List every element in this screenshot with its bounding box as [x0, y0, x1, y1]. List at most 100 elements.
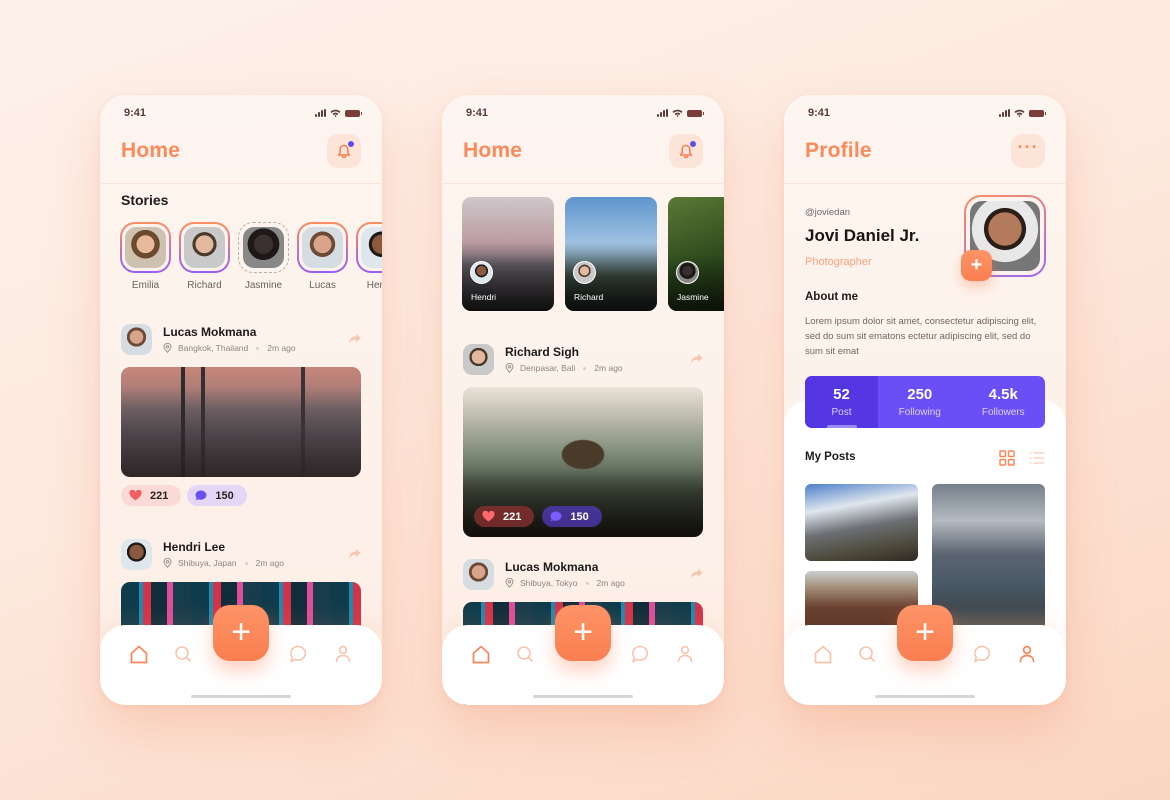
notifications-button[interactable] [669, 134, 703, 168]
nav-search[interactable] [856, 643, 878, 665]
story-card[interactable]: Richard [565, 197, 657, 311]
page-title: Home [463, 139, 523, 162]
post-image[interactable]: 221 150 [463, 387, 703, 537]
story-card-avatar [470, 261, 493, 284]
stat-followers[interactable]: 4.5k Followers [962, 376, 1046, 428]
story-item[interactable]: Emilia [120, 222, 171, 291]
post-author[interactable]: Hendri Lee [163, 540, 348, 554]
story-item[interactable]: Lucas [297, 222, 348, 291]
add-post-button[interactable]: + [897, 605, 953, 661]
wifi-icon [1014, 109, 1025, 117]
profile-icon [1019, 645, 1035, 663]
profile-stats: 52 Post 250 Following 4.5k Followers [805, 376, 1045, 428]
stat-label: Following [898, 407, 941, 418]
story-item[interactable]: Richard [179, 222, 230, 291]
page-title: Home [121, 139, 181, 162]
share-icon[interactable] [348, 333, 361, 345]
signal-icon [657, 109, 668, 117]
nav-search[interactable] [514, 643, 536, 665]
stat-value: 52 [833, 386, 850, 403]
add-post-button[interactable]: + [555, 605, 611, 661]
notification-badge [690, 141, 696, 147]
stat-following[interactable]: 250 Following [878, 376, 962, 428]
my-post-thumbnail[interactable] [932, 484, 1045, 630]
story-cards-list: Hendri Richard Jasmine [462, 197, 724, 311]
view-toggle [999, 450, 1045, 466]
header-divider [100, 183, 382, 184]
add-photo-button[interactable]: + [961, 250, 992, 281]
story-name: Lucas [309, 280, 336, 291]
profile-name: Jovi Daniel Jr. [805, 226, 920, 245]
comment-button[interactable]: 150 [542, 506, 602, 527]
nav-messages[interactable] [971, 643, 993, 665]
post-author[interactable]: Lucas Mokmana [163, 325, 348, 339]
share-icon[interactable] [690, 353, 703, 365]
nav-profile[interactable] [1016, 643, 1038, 665]
like-button[interactable]: 221 [474, 506, 535, 527]
nav-home[interactable] [812, 643, 834, 665]
story-card[interactable]: Jasmine [668, 197, 724, 311]
plus-icon: + [231, 612, 251, 651]
post-location: Shibuya, Japan [178, 558, 237, 568]
signal-icon [315, 109, 326, 117]
nav-messages[interactable] [629, 643, 651, 665]
story-item[interactable]: Jasmine [238, 222, 289, 291]
location-pin-icon [505, 363, 514, 373]
story-card-avatar [676, 261, 699, 284]
battery-icon [1029, 109, 1046, 117]
story-avatar [302, 227, 343, 268]
story-card-avatar [573, 261, 596, 284]
story-item[interactable]: Hendri [356, 222, 382, 291]
list-view-icon[interactable] [1029, 450, 1045, 466]
notifications-button[interactable] [327, 134, 361, 168]
location-pin-icon [505, 578, 514, 588]
story-card[interactable]: Hendri [462, 197, 554, 311]
stat-label: Post [831, 407, 852, 418]
share-icon[interactable] [690, 568, 703, 580]
chat-icon [973, 645, 990, 663]
nav-home[interactable] [470, 643, 492, 665]
post-author-avatar[interactable] [121, 538, 152, 570]
nav-messages[interactable] [287, 643, 309, 665]
stat-value: 4.5k [988, 386, 1018, 403]
stat-label: Followers [981, 407, 1025, 418]
nav-search[interactable] [172, 643, 194, 665]
like-button[interactable]: 221 [121, 485, 182, 506]
comment-button[interactable]: 150 [187, 485, 247, 506]
comment-count: 150 [215, 489, 234, 502]
search-icon [517, 646, 533, 662]
phone-profile: 9:41 Profile ··· @joviedan Jovi Daniel J… [784, 95, 1066, 705]
story-avatar [361, 227, 382, 268]
add-post-button[interactable]: + [213, 605, 269, 661]
home-indicator [875, 695, 975, 698]
nav-profile[interactable] [332, 643, 354, 665]
home-indicator [533, 695, 633, 698]
status-time: 9:41 [808, 107, 831, 119]
post-time: 2m ago [255, 558, 284, 568]
comment-icon [195, 490, 207, 501]
post-author[interactable]: Richard Sigh [505, 345, 690, 359]
share-icon[interactable] [348, 548, 361, 560]
search-icon [175, 646, 191, 662]
about-text: Lorem ipsum dolor sit amet, consectetur … [805, 316, 1037, 357]
story-name: Emilia [131, 280, 160, 291]
post-author-avatar[interactable] [463, 558, 494, 590]
header-divider [784, 183, 1066, 184]
post-author-avatar[interactable] [463, 343, 494, 375]
grid-view-icon[interactable] [999, 450, 1015, 466]
status-time: 9:41 [124, 107, 147, 119]
signal-icon [999, 109, 1010, 117]
post-author-avatar[interactable] [121, 323, 152, 355]
nav-profile[interactable] [674, 643, 696, 665]
post-author[interactable]: Lucas Mokmana [505, 560, 690, 574]
post-time: 2m ago [596, 578, 625, 588]
profile-icon [335, 645, 351, 663]
comment-count: 150 [570, 510, 589, 523]
more-options-button[interactable]: ··· [1011, 134, 1045, 168]
my-post-thumbnail[interactable] [805, 484, 918, 561]
nav-home[interactable] [128, 643, 150, 665]
post-image[interactable] [121, 367, 361, 477]
stat-posts[interactable]: 52 Post [805, 376, 878, 428]
page-title: Profile [805, 139, 872, 162]
home-icon [472, 645, 490, 663]
